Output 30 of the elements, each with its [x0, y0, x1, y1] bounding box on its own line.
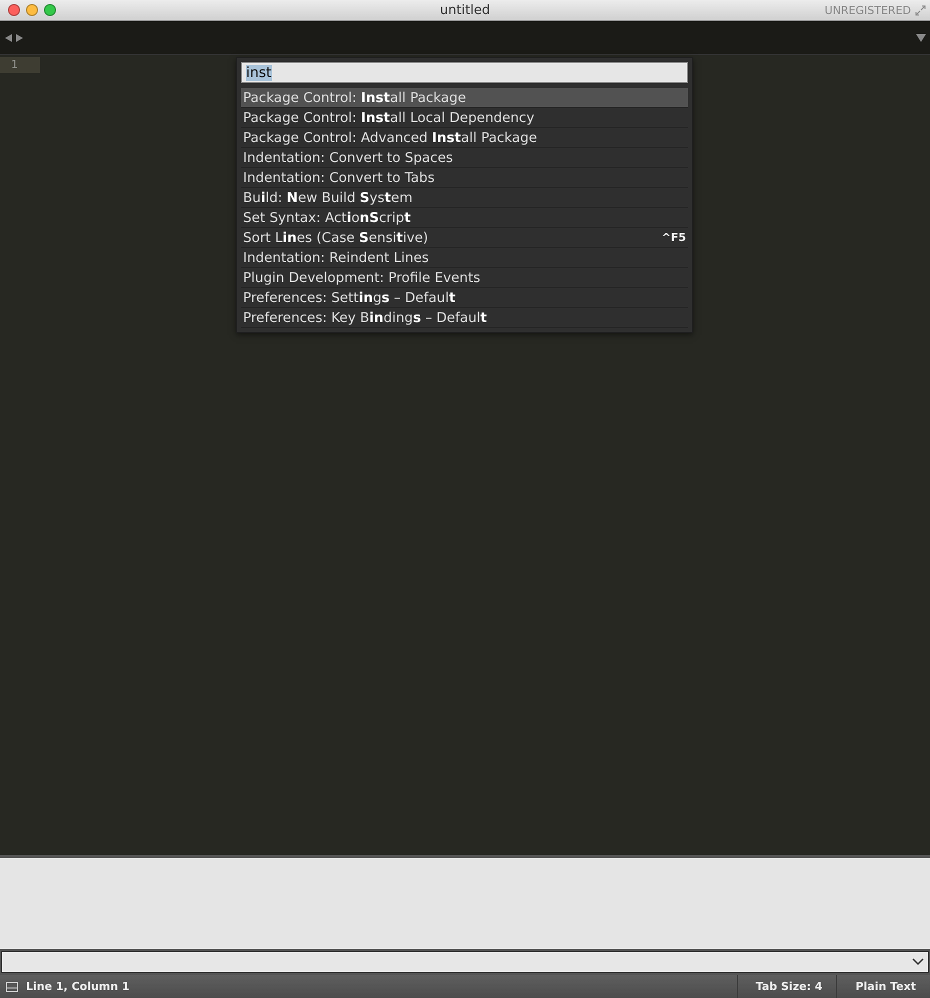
command-item[interactable]: Indentation: Reindent Lines [241, 248, 688, 268]
command-item[interactable]: Set Syntax: ActionScript [241, 208, 688, 228]
panel-toggle-icon[interactable] [6, 982, 18, 992]
command-item[interactable]: Indentation: Convert to Spaces [241, 148, 688, 168]
shortcut-label: ^F5 [662, 231, 686, 244]
command-item[interactable]: Package Control: Install Package [241, 88, 688, 108]
cursor-position: Line 1, Column 1 [26, 980, 130, 993]
command-item[interactable]: Build: New Build System [241, 188, 688, 208]
command-item[interactable]: Preferences: Key Bindings – Default [241, 308, 688, 328]
command-item[interactable]: Plugin Development: Profile Events [241, 268, 688, 288]
window-title: untitled [440, 2, 490, 18]
command-item[interactable]: Preferences: Settings – Default [241, 288, 688, 308]
command-item[interactable]: Indentation: Convert to Tabs [241, 168, 688, 188]
zoom-button[interactable] [44, 4, 56, 16]
close-button[interactable] [8, 4, 20, 16]
line-number: 1 [0, 57, 40, 73]
command-item[interactable]: Sort Lines (Case Sensitive) ^F5 [241, 228, 688, 248]
syntax-button[interactable]: Plain Text [836, 975, 930, 998]
command-item[interactable]: Package Control: Advanced Install Package [241, 128, 688, 148]
chevron-icon[interactable] [912, 958, 924, 966]
back-arrow-icon[interactable] [4, 32, 13, 42]
tab-menu-icon[interactable] [916, 33, 926, 42]
search-field[interactable]: inst [241, 62, 688, 83]
registration-label: UNREGISTERED [824, 4, 911, 16]
minimize-button[interactable] [26, 4, 38, 16]
tab-size-button[interactable]: Tab Size: 4 [736, 975, 836, 998]
command-item[interactable]: Package Control: Install Local Dependency [241, 108, 688, 128]
console-input-field[interactable] [1, 951, 929, 973]
forward-arrow-icon[interactable] [15, 32, 24, 42]
fullscreen-icon[interactable] [915, 4, 926, 16]
